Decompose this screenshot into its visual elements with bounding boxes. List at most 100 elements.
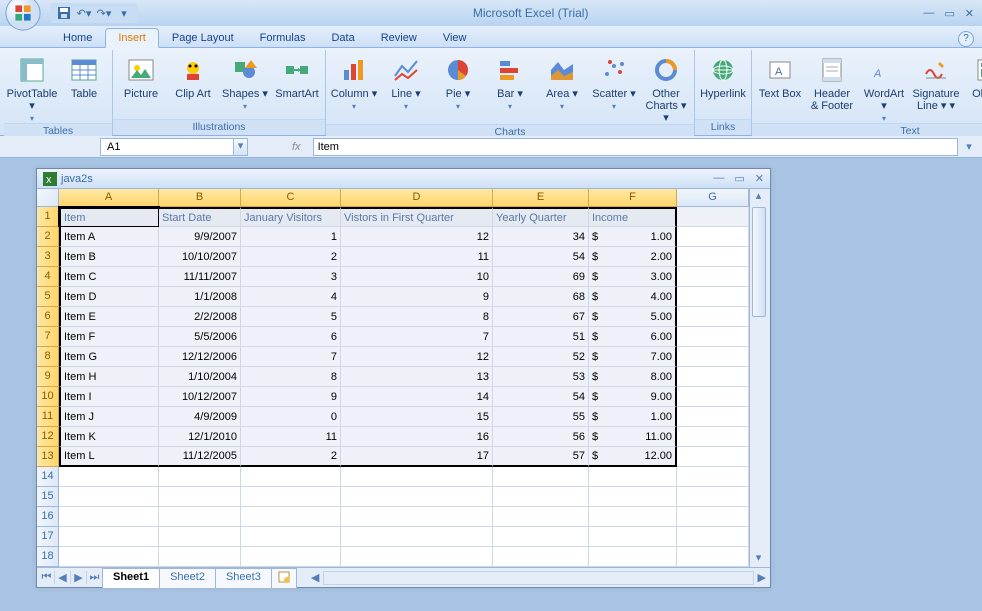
sheet-tab-sheet2[interactable]: Sheet2 bbox=[159, 568, 216, 588]
cell-E14[interactable] bbox=[493, 467, 589, 487]
last-sheet-button[interactable]: ⏭ bbox=[87, 571, 103, 584]
cell-B18[interactable] bbox=[159, 547, 241, 567]
text-box-button[interactable]: AText Box bbox=[756, 52, 804, 100]
signature-line-button[interactable]: SignatureLine ▾ bbox=[912, 52, 960, 112]
cell-C5[interactable]: 4 bbox=[241, 287, 341, 307]
cell-E1[interactable]: Yearly Quarter bbox=[493, 207, 589, 227]
col-header-F[interactable]: F bbox=[589, 189, 677, 207]
cell-B8[interactable]: 12/12/2006 bbox=[159, 347, 241, 367]
cell-C12[interactable]: 11 bbox=[241, 427, 341, 447]
cell-A8[interactable]: Item G bbox=[59, 347, 159, 367]
cell-D10[interactable]: 14 bbox=[341, 387, 493, 407]
cell-D14[interactable] bbox=[341, 467, 493, 487]
cell-C10[interactable]: 9 bbox=[241, 387, 341, 407]
cell-C7[interactable]: 6 bbox=[241, 327, 341, 347]
cell-G1[interactable] bbox=[677, 207, 749, 227]
cell-B14[interactable] bbox=[159, 467, 241, 487]
cell-A4[interactable]: Item C bbox=[59, 267, 159, 287]
column-button[interactable]: Column▾ bbox=[330, 52, 378, 111]
cell-C2[interactable]: 1 bbox=[241, 227, 341, 247]
pie-button[interactable]: Pie▾ bbox=[434, 52, 482, 111]
cell-C6[interactable]: 5 bbox=[241, 307, 341, 327]
horizontal-scrollbar[interactable]: ◀▶ bbox=[307, 571, 770, 585]
cell-A12[interactable]: Item K bbox=[59, 427, 159, 447]
cell-F11[interactable]: $1.00 bbox=[589, 407, 677, 427]
cell-G10[interactable] bbox=[677, 387, 749, 407]
cell-F12[interactable]: $11.00 bbox=[589, 427, 677, 447]
cell-C13[interactable]: 2 bbox=[241, 447, 341, 467]
header-footer-button[interactable]: Header& Footer bbox=[808, 52, 856, 112]
cell-A6[interactable]: Item E bbox=[59, 307, 159, 327]
cell-E5[interactable]: 68 bbox=[493, 287, 589, 307]
table-button[interactable]: Table bbox=[60, 52, 108, 100]
pivottable-button[interactable]: PivotTable▾ bbox=[8, 52, 56, 123]
cell-F8[interactable]: $7.00 bbox=[589, 347, 677, 367]
cell-A3[interactable]: Item B bbox=[59, 247, 159, 267]
col-header-A[interactable]: A bbox=[59, 189, 159, 207]
row-header-3[interactable]: 3 bbox=[37, 247, 59, 267]
cell-B11[interactable]: 4/9/2009 bbox=[159, 407, 241, 427]
save-icon[interactable] bbox=[56, 5, 72, 21]
row-header-10[interactable]: 10 bbox=[37, 387, 59, 407]
name-box[interactable]: A1 ▾ bbox=[100, 138, 248, 156]
tab-view[interactable]: View bbox=[430, 28, 480, 47]
cell-A15[interactable] bbox=[59, 487, 159, 507]
prev-sheet-button[interactable]: ◀ bbox=[55, 571, 71, 584]
cell-E16[interactable] bbox=[493, 507, 589, 527]
select-all-button[interactable] bbox=[37, 189, 59, 207]
cell-D18[interactable] bbox=[341, 547, 493, 567]
cell-B10[interactable]: 10/12/2007 bbox=[159, 387, 241, 407]
cell-E6[interactable]: 67 bbox=[493, 307, 589, 327]
cell-G12[interactable] bbox=[677, 427, 749, 447]
cell-G15[interactable] bbox=[677, 487, 749, 507]
cell-B12[interactable]: 12/1/2010 bbox=[159, 427, 241, 447]
cell-E8[interactable]: 52 bbox=[493, 347, 589, 367]
row-header-8[interactable]: 8 bbox=[37, 347, 59, 367]
cell-D5[interactable]: 9 bbox=[341, 287, 493, 307]
cell-B13[interactable]: 11/12/2005 bbox=[159, 447, 241, 467]
cell-F9[interactable]: $8.00 bbox=[589, 367, 677, 387]
cell-C17[interactable] bbox=[241, 527, 341, 547]
cell-A17[interactable] bbox=[59, 527, 159, 547]
restore-button[interactable]: ▭ bbox=[944, 7, 954, 20]
row-header-18[interactable]: 18 bbox=[37, 547, 59, 567]
bar-button[interactable]: Bar▾ bbox=[486, 52, 534, 111]
cell-A2[interactable]: Item A bbox=[59, 227, 159, 247]
wordart-button[interactable]: AWordArt▾ bbox=[860, 52, 908, 123]
cell-F5[interactable]: $4.00 bbox=[589, 287, 677, 307]
cell-E12[interactable]: 56 bbox=[493, 427, 589, 447]
cell-E11[interactable]: 55 bbox=[493, 407, 589, 427]
cell-C8[interactable]: 7 bbox=[241, 347, 341, 367]
cell-C4[interactable]: 3 bbox=[241, 267, 341, 287]
cell-D7[interactable]: 7 bbox=[341, 327, 493, 347]
cell-F1[interactable]: Income bbox=[589, 207, 677, 227]
cell-C11[interactable]: 0 bbox=[241, 407, 341, 427]
cell-F10[interactable]: $9.00 bbox=[589, 387, 677, 407]
cell-G3[interactable] bbox=[677, 247, 749, 267]
cell-C3[interactable]: 2 bbox=[241, 247, 341, 267]
cell-F3[interactable]: $2.00 bbox=[589, 247, 677, 267]
cell-C9[interactable]: 8 bbox=[241, 367, 341, 387]
cell-A7[interactable]: Item F bbox=[59, 327, 159, 347]
cell-A13[interactable]: Item L bbox=[59, 447, 159, 467]
tab-insert[interactable]: Insert bbox=[105, 28, 159, 48]
cell-G17[interactable] bbox=[677, 527, 749, 547]
cell-G2[interactable] bbox=[677, 227, 749, 247]
col-header-C[interactable]: C bbox=[241, 189, 341, 207]
cell-G7[interactable] bbox=[677, 327, 749, 347]
col-header-B[interactable]: B bbox=[159, 189, 241, 207]
sheet-tab-sheet3[interactable]: Sheet3 bbox=[215, 568, 272, 588]
cell-G9[interactable] bbox=[677, 367, 749, 387]
cell-F6[interactable]: $5.00 bbox=[589, 307, 677, 327]
cell-D3[interactable]: 11 bbox=[341, 247, 493, 267]
col-header-E[interactable]: E bbox=[493, 189, 589, 207]
object-button[interactable]: Object bbox=[964, 52, 982, 100]
cell-E3[interactable]: 54 bbox=[493, 247, 589, 267]
help-button[interactable]: ? bbox=[958, 31, 974, 47]
cell-C16[interactable] bbox=[241, 507, 341, 527]
cell-E17[interactable] bbox=[493, 527, 589, 547]
cell-F16[interactable] bbox=[589, 507, 677, 527]
wb-minimize-button[interactable]: — bbox=[713, 172, 724, 185]
cell-G8[interactable] bbox=[677, 347, 749, 367]
shapes-button[interactable]: Shapes▾ bbox=[221, 52, 269, 111]
